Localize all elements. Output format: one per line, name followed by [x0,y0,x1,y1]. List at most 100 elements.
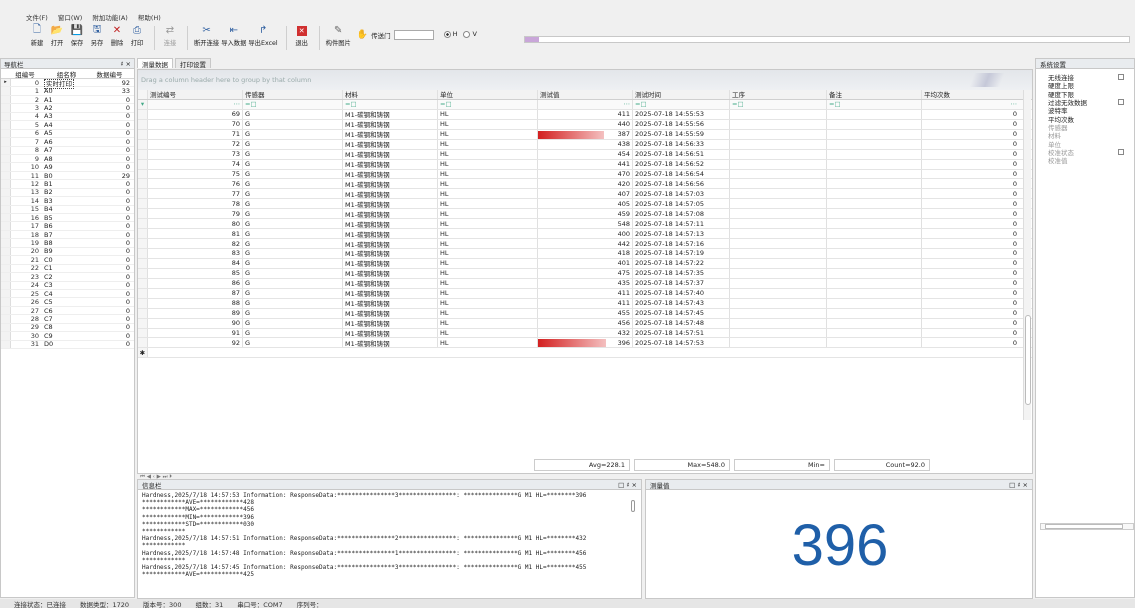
column-header[interactable]: 测试编号 [148,90,243,99]
settings-row[interactable]: 校准值 [1036,156,1134,165]
group-id: 21 [30,255,39,264]
vertical-scrollbar[interactable] [1023,90,1031,420]
table-row[interactable]: 72 G M1-碳钢和铸钢 HL 438 2025-07-18 14:56:33 0 [138,139,1032,150]
test-number-text: 78 [231,199,240,208]
table-row[interactable]: 75 G M1-碳钢和铸钢 HL 470 2025-07-18 14:56:54 0 [138,169,1032,180]
data-count-header[interactable]: 数据编号 [89,69,134,79]
unit: HL [438,249,538,258]
material: M1-碳钢和铸钢 [343,129,438,139]
remark [827,278,922,288]
column-filter[interactable]: ⋯ [922,99,1024,109]
column-filter[interactable]: =□ [827,99,922,109]
checkbox[interactable] [1118,99,1124,106]
group-name: A2 [41,104,89,112]
delete-button[interactable]: ✕ 删除 [108,24,126,47]
column-header[interactable]: 材料 [343,90,438,99]
remark [827,308,922,318]
close-icon[interactable]: × [126,60,131,68]
table-row[interactable]: 76 G M1-碳钢和铸钢 HL 420 2025-07-18 14:56:56 0 [138,179,1032,190]
port-input[interactable] [393,30,434,40]
tab-print-settings[interactable]: 打印设置 [175,58,211,69]
open-folder-button[interactable]: 📂 打开 [48,24,66,47]
scrollbar-thumb[interactable] [1025,315,1031,405]
filter-icon[interactable]: ▾ [138,99,148,109]
new-row[interactable]: ✱ [138,348,1032,359]
table-row[interactable]: 88 G M1-碳钢和铸钢 HL 411 2025-07-18 14:57:43 0 [138,298,1032,309]
save-button[interactable]: 💾 保存 [68,24,86,47]
table-row[interactable]: 71 G M1-碳钢和铸钢 HL 387 2025-07-18 14:55:59 0 [138,129,1032,140]
row-indicator [1,180,11,188]
panel-controls[interactable]: □ ♯ × [1009,481,1028,489]
remark [827,149,922,159]
material: M1-碳钢和铸钢 [343,308,438,318]
group-id: 9 [34,154,39,163]
new-file-button[interactable]: 🗋 新建 [28,24,46,47]
menu-item-3[interactable]: 帮助(H) [138,12,161,24]
column-filter[interactable]: =□ [438,99,538,109]
radio-v[interactable]: V [463,30,477,38]
table-row[interactable]: 90 G M1-碳钢和铸钢 HL 456 2025-07-18 14:57:48 0 [138,318,1032,329]
settings-hscrollbar[interactable] [1040,523,1134,530]
column-header[interactable]: 备注 [827,90,922,99]
radio-h[interactable]: H [443,30,457,38]
test-value: 418 [538,249,633,258]
table-row[interactable]: 80 G M1-碳钢和铸钢 HL 548 2025-07-18 14:57:11 0 [138,219,1032,230]
table-row[interactable]: 78 G M1-碳钢和铸钢 HL 405 2025-07-18 14:57:05 0 [138,199,1032,210]
table-row[interactable]: 82 G M1-碳钢和铸钢 HL 442 2025-07-18 14:57:16 0 [138,239,1032,249]
export-excel-button[interactable]: ↱ 导出Excel [248,24,277,47]
component-image-button[interactable]: ✎ 构件图片 [326,24,351,47]
column-filter[interactable]: ⋯ [538,99,633,109]
table-row[interactable]: 74 G M1-碳钢和铸钢 HL 441 2025-07-18 14:56:52 0 [138,159,1032,170]
info-scrollbar[interactable] [631,500,635,512]
settings-hscroll-thumb[interactable] [1045,524,1123,529]
connect-button[interactable]: ⇄ 连接 [161,24,179,47]
column-header[interactable]: 测试值 [538,90,633,99]
column-filter[interactable]: ⋯ [148,99,243,109]
exit-button[interactable]: ✕ 退出 [293,24,311,47]
table-row[interactable]: 79 G M1-碳钢和铸钢 HL 459 2025-07-18 14:57:08 0 [138,209,1032,220]
save-as-button[interactable]: 🖫 另存 [88,24,106,47]
table-row[interactable]: 86 G M1-碳钢和铸钢 HL 435 2025-07-18 14:57:37 0 [138,278,1032,289]
table-row[interactable]: 69 G M1-碳钢和铸钢 HL 411 2025-07-18 14:55:53 0 [138,109,1032,120]
nav-row[interactable]: 31 D0 0 [1,340,134,349]
table-row[interactable]: 73 G M1-碳钢和铸钢 HL 454 2025-07-18 14:56:51 0 [138,149,1032,160]
print-button[interactable]: ⎙ 打印 [128,24,146,47]
test-number: 79 [148,209,243,219]
column-header[interactable]: 平均次数 [922,90,1024,99]
menu-item-1[interactable]: 窗口(W) [58,12,83,24]
table-row[interactable]: 87 G M1-碳钢和铸钢 HL 411 2025-07-18 14:57:40 0 [138,288,1032,299]
checkbox[interactable] [1118,148,1124,155]
column-filter[interactable]: =□ [633,99,730,109]
process [730,258,827,268]
table-row[interactable]: 81 G M1-碳钢和铸钢 HL 400 2025-07-18 14:57:13 0 [138,229,1032,240]
log-line: ************ [142,528,186,536]
column-header[interactable]: 传感器 [243,90,343,99]
column-header[interactable]: 单位 [438,90,538,99]
column-header[interactable]: 测试时间 [633,90,730,99]
progress-slider[interactable] [524,36,1130,43]
table-row[interactable]: 84 G M1-碳钢和铸钢 HL 401 2025-07-18 14:57:22 0 [138,258,1032,269]
table-row[interactable]: 89 G M1-碳钢和铸钢 HL 455 2025-07-18 14:57:45 0 [138,308,1032,319]
table-row[interactable]: 92 G M1-碳钢和铸钢 HL 396 2025-07-18 14:57:53 0 [138,338,1032,349]
table-row[interactable]: 85 G M1-碳钢和铸钢 HL 475 2025-07-18 14:57:35 0 [138,268,1032,279]
column-header[interactable]: 工序 [730,90,827,99]
table-row[interactable]: 91 G M1-碳钢和铸钢 HL 432 2025-07-18 14:57:51 0 [138,328,1032,339]
group-name-header[interactable]: 组名称 [41,69,89,79]
group-name: A9 [41,163,89,171]
table-row[interactable]: 70 G M1-碳钢和铸钢 HL 440 2025-07-18 14:55:56 0 [138,119,1032,130]
pin-icon[interactable]: ♯ [120,60,123,68]
group-by-panel[interactable]: Drag a column header here to group by th… [138,70,1032,90]
table-row[interactable]: 77 G M1-碳钢和铸钢 HL 407 2025-07-18 14:57:03 0 [138,189,1032,200]
disconnect-button[interactable]: ✂ 断开连接 [194,24,219,47]
checkbox[interactable] [1118,74,1124,81]
column-filter[interactable]: =□ [730,99,827,109]
column-filter[interactable]: =□ [343,99,438,109]
import-data-button[interactable]: ⇤ 导入数据 [221,24,246,47]
unit: HL [438,288,538,298]
group-id-header[interactable]: 组编号 [11,69,41,79]
panel-controls[interactable]: □ ♯ × [618,481,637,489]
table-row[interactable]: 83 G M1-碳钢和铸钢 HL 418 2025-07-18 14:57:19 0 [138,249,1032,259]
tab-measurement-data[interactable]: 测量数据 [137,58,173,69]
process [730,179,827,189]
column-filter[interactable]: =□ [243,99,343,109]
